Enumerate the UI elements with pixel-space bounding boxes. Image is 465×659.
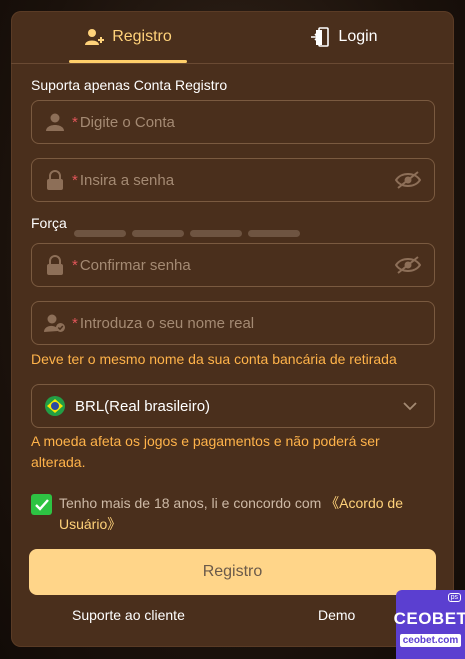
lock-icon: [44, 254, 66, 276]
currency-hint: A moeda afeta os jogos e pagamentos e nã…: [31, 433, 380, 470]
badge-site: ceobet.com: [399, 633, 462, 647]
real-name-hint: Deve ter o mesmo nome da sua conta bancá…: [31, 351, 397, 367]
currency-select[interactable]: BRL(Real brasileiro): [31, 384, 435, 428]
register-modal: Registro Login Suporta apenas Conta Regi…: [11, 11, 454, 647]
eye-hidden-icon[interactable]: [394, 254, 422, 276]
agree-checkbox[interactable]: [31, 494, 52, 515]
badge-brand: CEOBET: [393, 608, 465, 628]
confirm-password-field: *: [31, 243, 435, 287]
strength-bar-3: [190, 230, 242, 237]
strength-bar-4: [248, 230, 300, 237]
tab-register[interactable]: Registro: [69, 11, 187, 63]
add-user-icon: [85, 29, 105, 45]
customer-support-link[interactable]: Suporte ao cliente: [72, 607, 185, 623]
verified-user-icon: [44, 312, 66, 334]
eye-hidden-icon[interactable]: [394, 169, 422, 191]
badge-tag: ps: [447, 593, 461, 602]
lock-icon: [44, 169, 66, 191]
active-tab-indicator: [69, 60, 187, 63]
required-mark: *: [72, 314, 78, 332]
real-name-field: *: [31, 301, 435, 345]
currency-value: BRL(Real brasileiro): [75, 397, 211, 415]
login-door-icon: [311, 27, 330, 47]
tab-login[interactable]: Login: [279, 11, 409, 63]
required-mark: *: [72, 113, 78, 131]
agree-text: Tenho mais de 18 anos, li e concordo com: [59, 495, 322, 511]
required-mark: *: [72, 256, 78, 274]
account-label: Suporta apenas Conta Registro: [31, 77, 228, 93]
strength-bar-2: [132, 230, 184, 237]
tab-login-label: Login: [338, 28, 378, 45]
password-field: *: [31, 158, 435, 202]
checkmark-icon: [34, 498, 49, 511]
required-mark: *: [72, 171, 78, 189]
password-input[interactable]: [79, 160, 394, 200]
chevron-down-icon: [400, 396, 420, 416]
auth-tabs: Registro Login: [11, 11, 454, 64]
brazil-flag-icon: [45, 396, 65, 416]
tab-register-label: Registro: [112, 28, 172, 45]
account-input[interactable]: [79, 102, 434, 142]
strength-label: Força: [31, 215, 67, 231]
real-name-input[interactable]: [79, 303, 434, 343]
agree-text-block: Tenho mais de 18 anos, li e concordo com…: [59, 493, 429, 535]
confirm-password-input[interactable]: [79, 245, 394, 285]
ceobet-badge: ps CEOBET ceobet.com: [393, 590, 465, 659]
demo-link[interactable]: Demo: [318, 607, 355, 623]
account-field: *: [31, 100, 435, 144]
user-icon: [44, 111, 66, 133]
register-submit-button[interactable]: Registro: [29, 549, 436, 595]
strength-bar-1: [74, 230, 126, 237]
